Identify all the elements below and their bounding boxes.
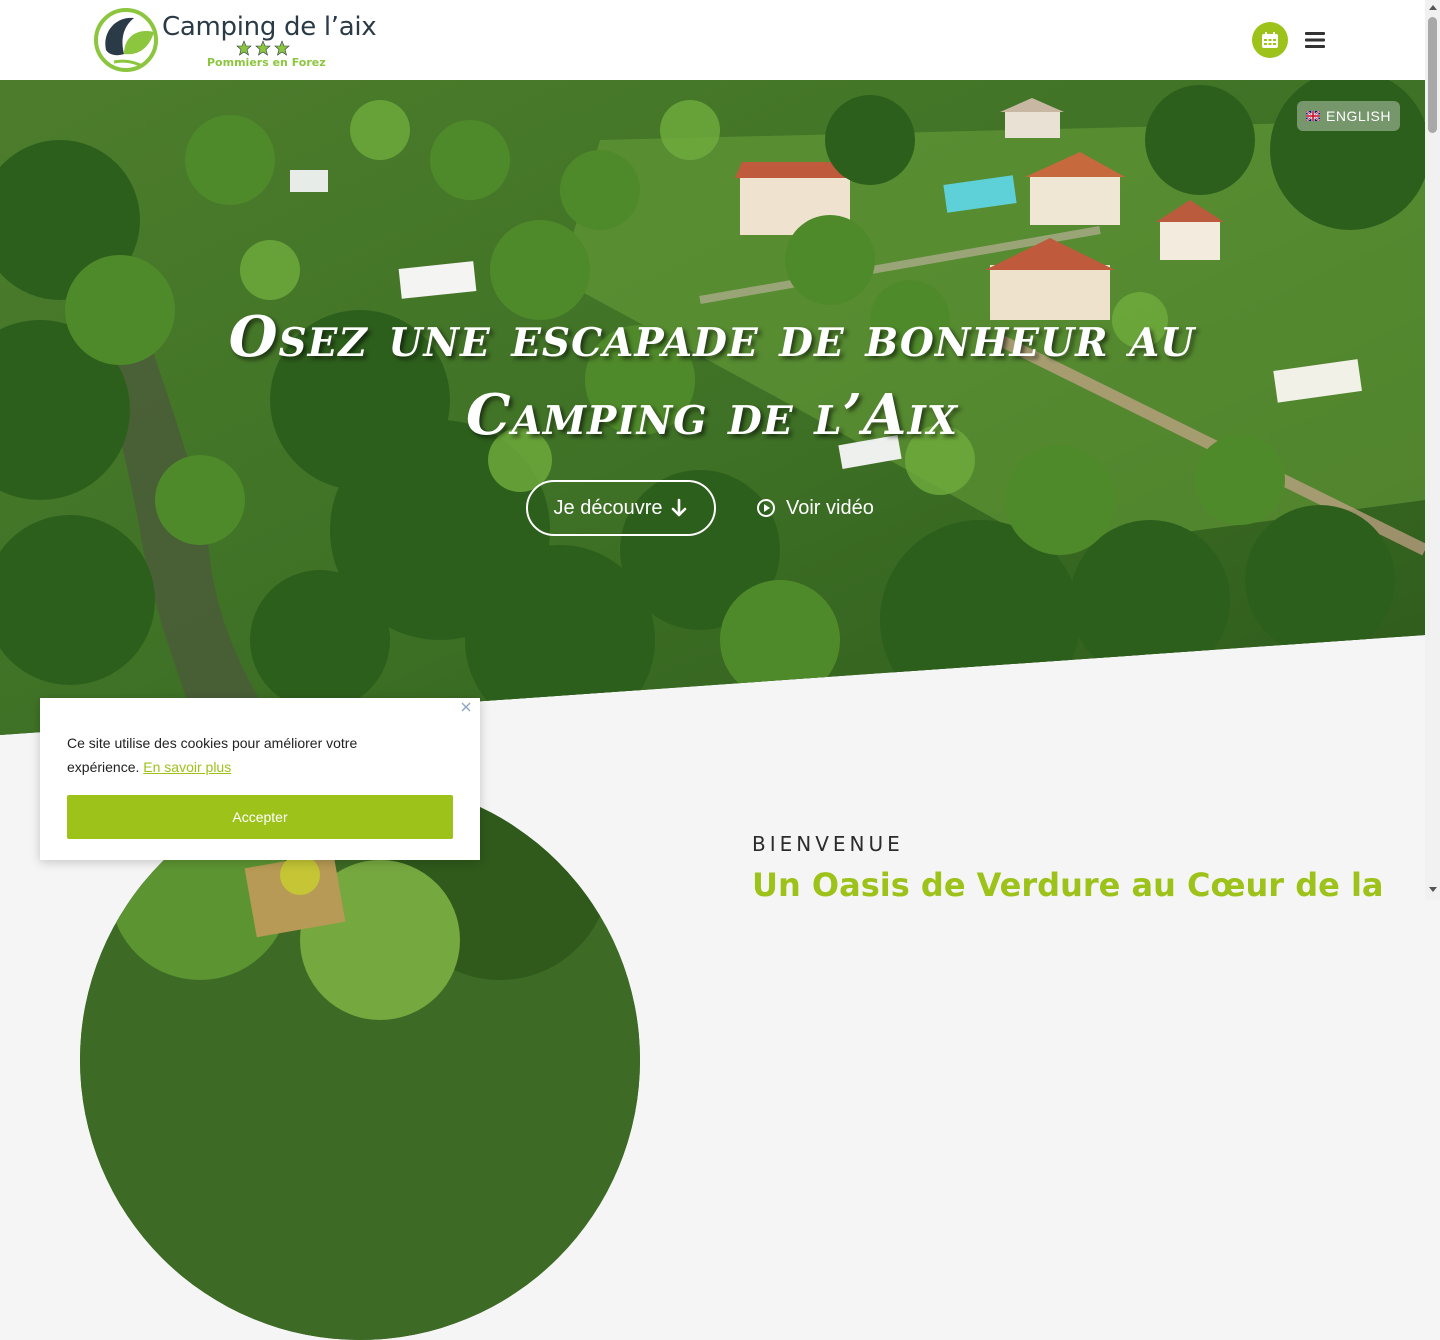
welcome-title: Un Oasis de Verdure au Cœur de la: [752, 866, 1384, 904]
welcome-kicker: BIENVENUE: [752, 832, 904, 856]
arrow-down-icon: [672, 498, 687, 517]
site-header: Camping de l’aix Pommiers en Forez: [0, 0, 1425, 80]
scroll-up-arrow-icon[interactable]: [1429, 5, 1437, 10]
site-logo[interactable]: Camping de l’aix Pommiers en Forez: [94, 6, 384, 74]
cookie-banner: Ce site utilise des cookies pour amélior…: [40, 698, 480, 860]
page-scrollbar[interactable]: [1425, 0, 1440, 900]
language-switch-button[interactable]: ENGLISH: [1297, 101, 1400, 131]
logo-title: Camping de l’aix: [162, 12, 377, 42]
play-circle-icon: [757, 499, 775, 517]
hero-banner: ENGLISH Osez une escapade de bonheur au …: [0, 80, 1425, 735]
cookie-accept-button[interactable]: Accepter: [67, 795, 453, 839]
welcome-circular-photo: [80, 780, 640, 1340]
hero-title-line2: Camping de l’Aix: [466, 382, 958, 448]
hero-title: Osez une escapade de bonheur au Camping …: [112, 298, 1312, 454]
hamburger-menu-icon[interactable]: [1303, 29, 1327, 51]
cookie-learn-more-link[interactable]: En savoir plus: [143, 759, 231, 775]
watch-video-label: Voir vidéo: [786, 496, 874, 519]
discover-button[interactable]: Je découvre: [526, 480, 716, 536]
discover-button-label: Je découvre: [553, 496, 663, 519]
scroll-down-arrow-icon[interactable]: [1429, 887, 1437, 892]
watch-video-button[interactable]: Voir vidéo: [756, 490, 874, 526]
booking-calendar-button[interactable]: [1252, 22, 1288, 58]
logo-subtitle: Pommiers en Forez: [207, 56, 326, 69]
language-label: ENGLISH: [1326, 108, 1391, 124]
leaf-logo-icon: [94, 8, 158, 72]
close-icon[interactable]: [461, 702, 471, 712]
cookie-message: Ce site utilise des cookies pour amélior…: [67, 731, 397, 779]
calendar-icon: [1262, 32, 1278, 48]
scrollbar-thumb[interactable]: [1428, 17, 1437, 133]
hero-title-line1: Osez une escapade de bonheur au: [228, 304, 1196, 370]
star-rating-icon: [236, 40, 290, 56]
uk-flag-icon: [1306, 111, 1320, 121]
